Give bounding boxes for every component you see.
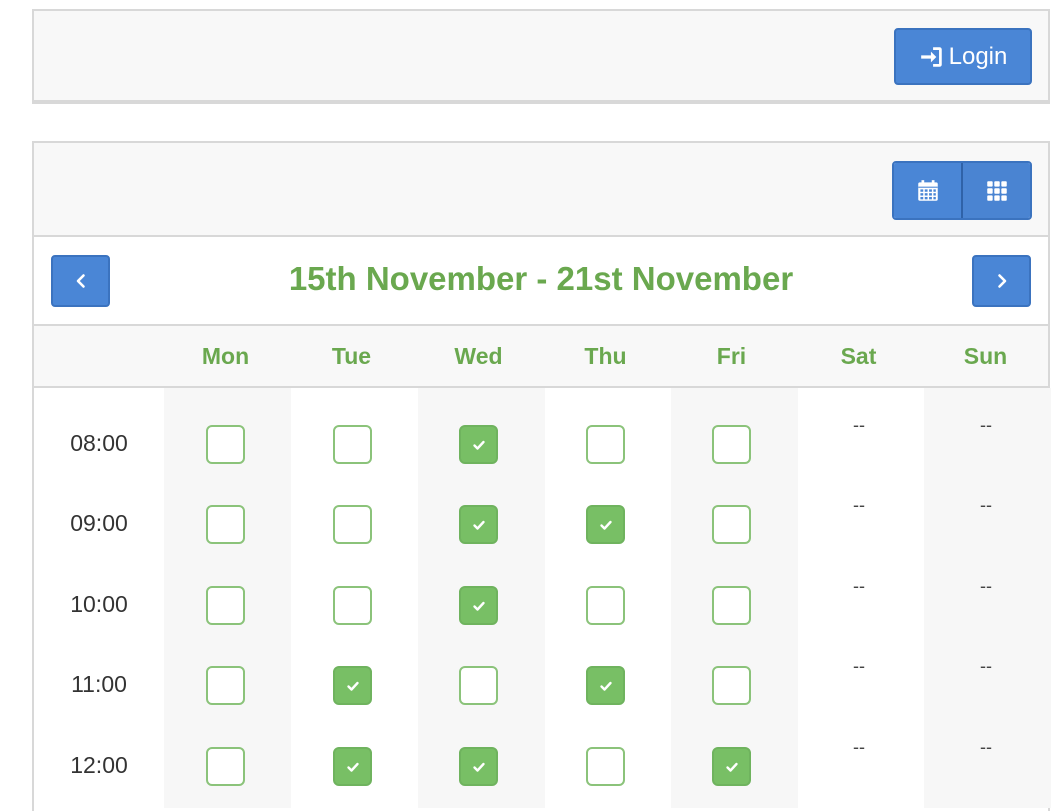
check-icon [725,762,738,772]
unavailable-slot-sat: -- [853,737,865,757]
slot-checkbox-thu-0800[interactable] [586,425,625,464]
unavailable-slot-sun: -- [980,495,992,515]
unavailable-slot-sat: -- [853,576,865,596]
day-header-thu: Thu [584,343,627,369]
slot-checkbox-tue-1000[interactable] [333,586,372,625]
slot-checkbox-wed-1000[interactable] [459,586,498,625]
next-week-button[interactable] [972,255,1031,307]
slot-checkbox-wed-1200[interactable] [459,747,498,786]
unavailable-slot-sat: -- [853,656,865,676]
slot-checkbox-mon-0900[interactable] [206,505,245,544]
day-header-mon: Mon [201,343,250,369]
sign-in-icon [920,46,942,67]
calendar-panel: 15th November - 21st November Mon Tue We… [32,141,1051,811]
slot-checkbox-thu-1100[interactable] [586,666,625,705]
slot-checkbox-mon-1200[interactable] [206,747,245,786]
slot-checkbox-wed-0900[interactable] [459,505,498,544]
check-icon [599,681,612,691]
login-button[interactable]: Login [894,28,1032,85]
slot-checkbox-fri-0900[interactable] [712,505,751,544]
check-icon [472,440,485,450]
slot-checkbox-tue-0800[interactable] [333,425,372,464]
unavailable-slot-sun: -- [980,415,992,435]
check-icon [472,601,485,611]
calendar-icon [917,179,938,201]
time-label: 08:00 [70,430,128,456]
slot-checkbox-wed-0800[interactable] [459,425,498,464]
slot-checkbox-thu-0900[interactable] [586,505,625,544]
chevron-right-icon [997,274,1006,288]
slot-checkbox-tue-1100[interactable] [333,666,372,705]
time-label: 12:00 [70,752,128,778]
day-header-sun: Sun [963,343,1008,369]
grid-view-button[interactable] [961,163,1030,218]
time-label: 11:00 [71,671,127,697]
check-icon [472,762,485,772]
slot-checkbox-thu-1000[interactable] [586,586,625,625]
availability-grid: 08:00 -- -- 09:00 -- -- 10:00 -- -- 11:00 -- -- 12:0… [34,388,1051,808]
day-header-row: Mon Tue Wed Thu Fri Sat Sun [34,326,1048,388]
slot-checkbox-wed-1100[interactable] [459,666,498,705]
view-toggle-group [892,161,1032,220]
time-label: 10:00 [70,591,128,617]
th-icon [986,180,1007,201]
calendar-view-button[interactable] [894,163,961,218]
time-label: 09:00 [70,510,128,536]
unavailable-slot-sat: -- [853,495,865,515]
week-navigation: 15th November - 21st November [34,237,1048,326]
day-header-sat: Sat [840,343,877,369]
slot-checkbox-fri-1100[interactable] [712,666,751,705]
panel-header [34,143,1048,237]
check-icon [472,520,485,530]
day-header-tue: Tue [331,343,372,369]
slot-checkbox-mon-1000[interactable] [206,586,245,625]
login-label: Login [948,42,1008,70]
unavailable-slot-sun: -- [980,576,992,596]
slot-checkbox-tue-0900[interactable] [333,505,372,544]
check-icon [346,681,359,691]
unavailable-slot-sat: -- [853,415,865,435]
slot-checkbox-mon-0800[interactable] [206,425,245,464]
slot-checkbox-fri-1000[interactable] [712,586,751,625]
slot-checkbox-tue-1200[interactable] [333,747,372,786]
unavailable-slot-sun: -- [980,737,992,757]
day-header-wed: Wed [454,343,503,369]
top-navbar: Login [32,9,1050,104]
check-icon [599,520,612,530]
slot-checkbox-mon-1100[interactable] [206,666,245,705]
check-icon [346,762,359,772]
unavailable-slot-sun: -- [980,656,992,676]
slot-checkbox-thu-1200[interactable] [586,747,625,786]
slot-checkbox-fri-0800[interactable] [712,425,751,464]
day-header-fri: Fri [716,343,747,369]
slot-checkbox-fri-1200[interactable] [712,747,751,786]
week-title: 15th November - 21st November [288,260,794,297]
